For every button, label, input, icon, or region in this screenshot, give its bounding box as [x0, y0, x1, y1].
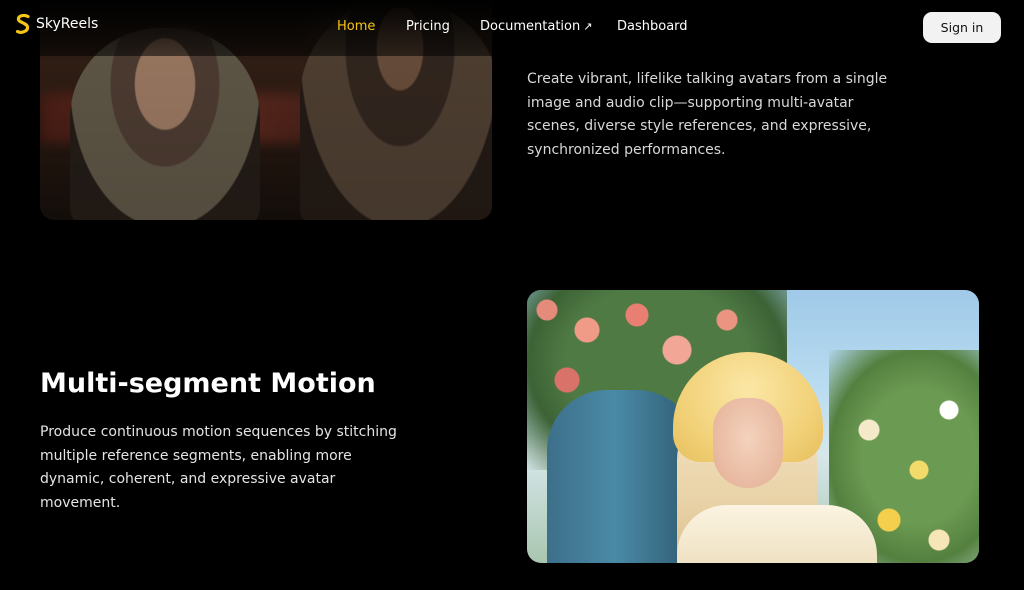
nav-documentation-label: Documentation: [480, 19, 581, 34]
sign-in-button[interactable]: Sign in: [923, 12, 1001, 43]
nav-pricing[interactable]: Pricing: [406, 19, 450, 34]
main-nav: Home Pricing Documentation ↗ Dashboard: [0, 19, 1024, 39]
nav-dashboard[interactable]: Dashboard: [617, 19, 688, 34]
nav-documentation[interactable]: Documentation ↗: [480, 19, 592, 34]
talking-avatar-description: Create vibrant, lifelike talking avatars…: [527, 71, 888, 158]
nav-home[interactable]: Home: [337, 19, 375, 34]
site-header: SkyReels Home Pricing Documentation ↗ Das…: [0, 0, 1024, 56]
page: Create vibrant, lifelike talking avatars…: [0, 0, 1024, 590]
dress: [677, 505, 877, 563]
multi-segment-demo-image: [527, 290, 979, 563]
external-arrow-icon: ↗: [583, 20, 593, 33]
section-title: Multi-segment Motion: [40, 368, 376, 399]
face: [713, 398, 783, 488]
section-description: Produce continuous motion sequences by s…: [40, 424, 397, 511]
